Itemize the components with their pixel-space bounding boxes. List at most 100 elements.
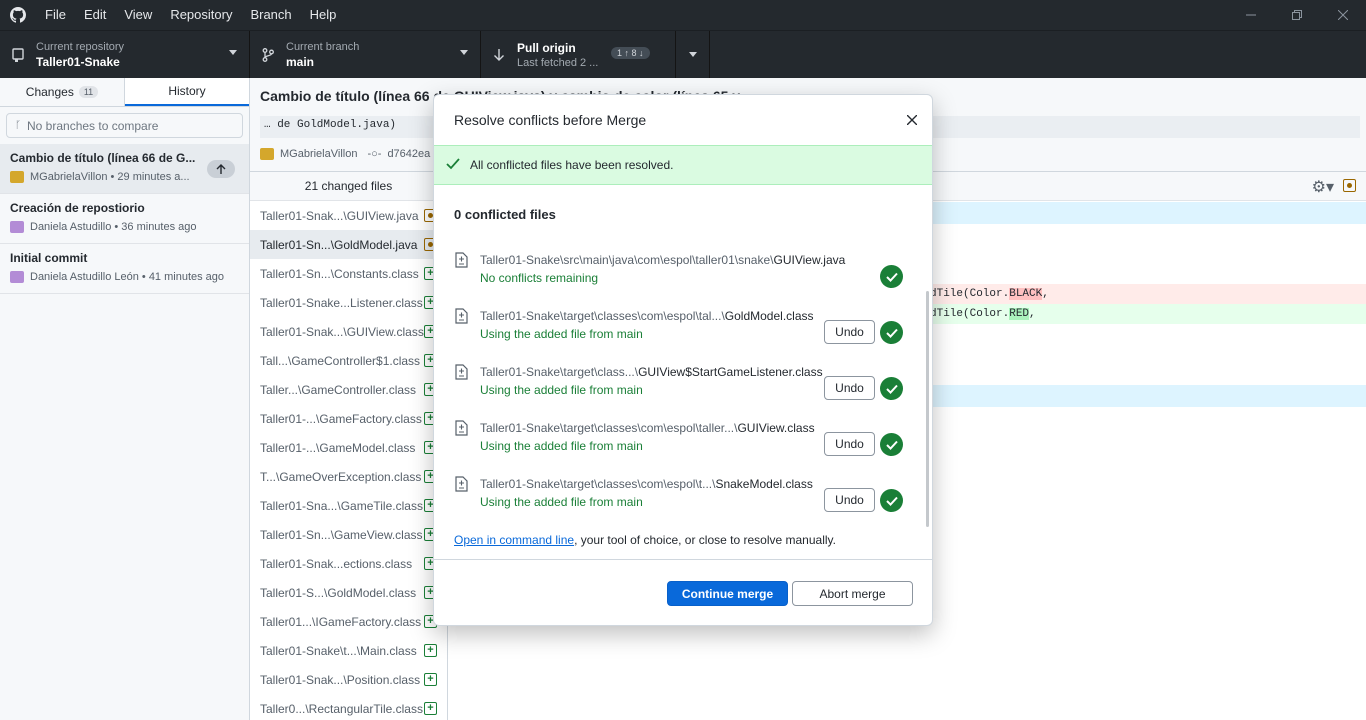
check-icon (446, 157, 460, 173)
changed-files-list: 21 changed files Taller01-Snak...\GUIVie… (250, 172, 448, 720)
file-name: T...\GameOverException.class (260, 469, 422, 484)
abort-merge-button[interactable]: Abort merge (792, 581, 913, 606)
file-list-item[interactable]: Taller...\GameController.class + (250, 375, 447, 404)
menu-file[interactable]: File (36, 0, 75, 30)
menu-branch[interactable]: Branch (241, 0, 300, 30)
pull-origin-button[interactable]: Pull origin Last fetched 2 ... 1 ↑ 8 ↓ (481, 31, 676, 78)
file-diff-icon (454, 476, 469, 495)
file-name: Tall...\GameController$1.class (260, 353, 421, 368)
file-name: Taller01-Snak...ections.class (260, 556, 413, 571)
file-list-item[interactable]: Taller01-S...\GoldModel.class + (250, 578, 447, 607)
close-icon[interactable] (904, 112, 920, 128)
file-list-item[interactable]: Taller01-Sn...\GoldModel.java (250, 230, 447, 259)
file-diff-icon (454, 252, 469, 271)
changed-files-header: 21 changed files (250, 172, 447, 201)
minimize-icon[interactable] (1228, 0, 1274, 30)
compare-placeholder: No branches to compare (27, 118, 159, 133)
tab-changes-label: Changes (25, 85, 74, 99)
restore-icon[interactable] (1274, 0, 1320, 30)
conflict-status: Using the added file from main (480, 495, 643, 509)
tab-changes[interactable]: Changes 11 (0, 78, 125, 106)
scrollbar[interactable] (926, 291, 929, 527)
current-branch-button[interactable]: Current branch main (250, 31, 481, 78)
file-list-item[interactable]: Taller01...\IGameFactory.class + (250, 607, 447, 636)
check-circle-icon (880, 489, 903, 512)
github-logo-icon (0, 0, 36, 30)
close-window-icon[interactable] (1320, 0, 1366, 30)
branch-name: main (286, 54, 315, 69)
current-repository-button[interactable]: Current repository Taller01-Snake (0, 31, 250, 78)
undo-button[interactable]: Undo (824, 488, 875, 512)
conflict-status: No conflicts remaining (480, 271, 599, 285)
commit-author: MGabrielaVillon (280, 148, 358, 160)
open-command-line-link[interactable]: Open in command line (454, 533, 574, 547)
file-list-item[interactable]: Taller01-Snak...\Position.class + (250, 665, 447, 694)
file-list-item[interactable]: Taller01-...\GameModel.class + (250, 433, 447, 462)
branch-label: Current branch (286, 40, 360, 53)
file-list-item[interactable]: Taller01-Sn...\GameView.class + (250, 520, 447, 549)
conflict-status: Using the added file from main (480, 439, 643, 453)
undo-button[interactable]: Undo (824, 376, 875, 400)
commit-sha: d7642ea (387, 148, 431, 160)
branch-icon: ᚴ (15, 120, 21, 131)
repo-label: Current repository (36, 40, 125, 53)
conflict-list: Taller01-Snake\src\main\java\com\espol\t… (434, 243, 932, 523)
commit-title: Creación de repostiorio (10, 201, 145, 215)
file-list-item[interactable]: Taller01-Sn...\Constants.class + (250, 259, 447, 288)
commit-list-item[interactable]: Cambio de título (línea 66 de G... MGabr… (0, 144, 249, 194)
file-name: Taller01-Snak...\GUIView.java (260, 208, 419, 223)
file-diff-icon (454, 308, 469, 327)
conflict-file-row: Taller01-Snake\target\classes\com\espol\… (434, 411, 924, 467)
commit-meta: Daniela Astudillo • 36 minutes ago (30, 221, 197, 233)
repo-icon (0, 47, 36, 62)
file-list-item[interactable]: Taller01-Snake...Listener.class + (250, 288, 447, 317)
file-name: Taller...\GameController.class (260, 382, 417, 397)
conflict-file-path: Taller01-Snake\target\classes\com\espol\… (480, 309, 814, 323)
file-list-item[interactable]: Tall...\GameController$1.class + (250, 346, 447, 375)
file-diff-icon (454, 364, 469, 383)
continue-merge-button[interactable]: Continue merge (667, 581, 788, 606)
file-list-item[interactable]: Taller01-Sna...\GameTile.class + (250, 491, 447, 520)
undo-button[interactable]: Undo (824, 432, 875, 456)
file-dir: Taller01-Snake\src\main\java\com\espol\t… (480, 253, 774, 267)
file-dir: Taller01-Snake\target\classes\com\espol\… (480, 421, 738, 435)
menu-help[interactable]: Help (301, 0, 346, 30)
conflict-file-path: Taller01-Snake\target\classes\com\espol\… (480, 421, 815, 435)
arrow-up-icon[interactable] (207, 160, 235, 178)
dialog-title: Resolve conflicts before Merge (454, 112, 647, 128)
commit-title: Cambio de título (línea 66 de G... (10, 151, 196, 165)
file-name: SnakeModel.class (715, 477, 813, 491)
undo-button[interactable]: Undo (824, 320, 875, 344)
file-name: Taller01-Snake...Listener.class (260, 295, 423, 310)
sidebar-tabs: Changes 11 History (0, 78, 249, 107)
conflict-count: 0 conflicted files (454, 207, 556, 222)
file-list-item[interactable]: Taller01-Snak...\GUIView.class + (250, 317, 447, 346)
changes-count-badge: 11 (78, 86, 99, 98)
check-circle-icon (880, 265, 903, 288)
file-dir: Taller01-Snake\target\classes\com\espol\… (480, 309, 725, 323)
file-list-item[interactable]: T...\GameOverException.class + (250, 462, 447, 491)
file-added-icon: + (424, 644, 437, 657)
menu-view[interactable]: View (115, 0, 161, 30)
file-name: Taller01-Sn...\Constants.class (260, 266, 419, 281)
commit-list-item[interactable]: Initial commit Daniela Astudillo León • … (0, 244, 249, 294)
menu-bar: File Edit View Repository Branch Help (36, 0, 345, 30)
pull-dropdown-button[interactable] (676, 31, 710, 78)
file-list-item[interactable]: Taller01-Snak...\GUIView.java (250, 201, 447, 230)
file-list-item[interactable]: Taller01-Snake\t...\Main.class + (250, 636, 447, 665)
menu-repository[interactable]: Repository (161, 0, 241, 30)
avatar (10, 271, 24, 283)
menu-edit[interactable]: Edit (75, 0, 115, 30)
tab-history[interactable]: History (125, 78, 249, 106)
gear-icon[interactable]: ⚙▾ (1312, 177, 1334, 197)
conflict-file-row: Taller01-Snake\target\classes\com\espol\… (434, 467, 924, 523)
file-list-item[interactable]: Taller01-Snak...ections.class + (250, 549, 447, 578)
commit-list-item[interactable]: Creación de repostiorio Daniela Astudill… (0, 194, 249, 244)
file-name: Taller01-...\GameModel.class (260, 440, 416, 455)
file-dir: Taller01-Snake\target\class...\ (480, 365, 639, 379)
file-list-item[interactable]: Taller0...\RectangularTile.class + (250, 694, 447, 720)
file-list-item[interactable]: Taller01-...\GameFactory.class + (250, 404, 447, 433)
repo-name: Taller01-Snake (36, 54, 120, 69)
branch-compare-input[interactable]: ᚴ No branches to compare (6, 113, 243, 138)
file-name: Taller01-...\GameFactory.class (260, 411, 422, 426)
